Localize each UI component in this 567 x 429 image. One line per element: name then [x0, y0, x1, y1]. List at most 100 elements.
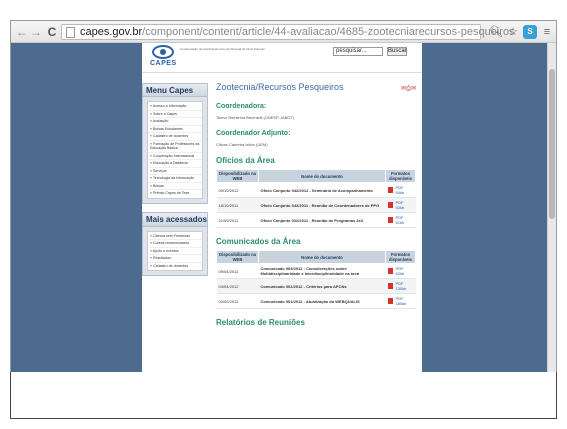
menu-item[interactable]: » Serviços: [148, 168, 202, 175]
extension-icon[interactable]: S: [523, 25, 537, 39]
header-doc: Nome do documento: [258, 250, 386, 264]
pdf-label: PDF 62kb: [395, 266, 405, 276]
pdf-label: PDF 130kb: [395, 281, 407, 291]
row-doc-link[interactable]: Ofício Conjunto 042/2012 - Seminário de …: [258, 182, 386, 198]
row-doc-link[interactable]: Comunicado 001/2012 - Atualização do WEB…: [258, 293, 386, 309]
url-path: /component/content/article/44-avaliacao/…: [142, 26, 515, 38]
page-viewport: CAPES Coordenação de Aperfeiçoamento de …: [11, 43, 556, 372]
screenshot-frame: ← → C capes.gov.br/component/content/art…: [0, 0, 567, 429]
row-format[interactable]: PDF 61kb: [385, 212, 416, 228]
row-date: 09/04/2012: [216, 263, 259, 279]
menu-item[interactable]: » Bolsas Estudantes: [148, 126, 202, 133]
menu-item[interactable]: » Sobre a Capes: [148, 111, 202, 118]
reload-icon[interactable]: C: [45, 24, 59, 40]
logo-icon: [152, 45, 174, 59]
pdf-label: PDF 53kb: [395, 200, 405, 210]
menu-item[interactable]: » Resultados: [148, 255, 202, 263]
site-page: CAPES Coordenação de Aperfeiçoamento de …: [142, 43, 422, 372]
site-header: CAPES Coordenação de Aperfeiçoamento de …: [142, 43, 422, 73]
menu-item[interactable]: » Avaliação: [148, 118, 202, 126]
row-doc-link[interactable]: Comunicado 002/2012 - Critérios para APC…: [258, 278, 386, 294]
forward-arrow-icon[interactable]: →: [29, 24, 43, 40]
pdf-icon: [387, 298, 393, 304]
page-title-text: Zootecnia/Recursos Pesqueiros: [216, 82, 344, 92]
main-content: Zootecnia/Recursos Pesqueiros ✉⎙✉ Coorde…: [216, 81, 416, 328]
oficios-heading: Ofícios da Área: [216, 156, 275, 165]
menu-item[interactable]: » Cursos recomendados: [148, 240, 202, 248]
menu-item[interactable]: » Bolsas: [148, 183, 202, 190]
row-date: 21/09/2011: [216, 212, 259, 228]
header-format: Formatos disponíveis: [385, 169, 416, 183]
row-format[interactable]: PDF 180kb: [385, 293, 416, 309]
table-row: 09/10/2012 Ofício Conjunto 042/2012 - Se…: [216, 182, 416, 198]
row-format[interactable]: PDF 62kb: [385, 263, 416, 279]
row-doc-link[interactable]: Comunicado 003/2012 - Considerações sobr…: [258, 263, 386, 279]
mais-acessados-list: » Ciência sem Fronteiras » Cursos recome…: [147, 230, 203, 271]
row-format[interactable]: PDF 53kb: [385, 197, 416, 213]
menu-capes: Menu Capes » Acesso à Informação » Sobre…: [142, 83, 208, 204]
pdf-label: PDF 54kb: [395, 185, 405, 195]
menu-item[interactable]: » Formação de Professores da Educação Bá…: [148, 141, 202, 153]
comunicados-table: Disponibilizado na WEB Nome do documento…: [216, 250, 416, 309]
menu-item[interactable]: » Educação a Distância: [148, 160, 202, 168]
page-icon: [66, 27, 75, 38]
pdf-icon: [387, 217, 393, 223]
table-row: 18/10/2011 Ofício Conjunto 042/2011 - Re…: [216, 197, 416, 213]
table-row: 09/04/2012 Comunicado 003/2012 - Conside…: [216, 263, 416, 279]
search-button[interactable]: Buscar: [387, 47, 407, 56]
menu-item[interactable]: » Cooperação Internacional: [148, 153, 202, 160]
url-host: capes.gov.br: [80, 26, 143, 38]
menu-item[interactable]: » Prêmio Capes de Tese: [148, 190, 202, 197]
adjunto-name: Cilivas Cabreira Isbim (UEM): [216, 142, 268, 147]
oficios-table: Disponibilizado na WEB Nome do documento…: [216, 169, 416, 228]
row-format[interactable]: PDF 54kb: [385, 182, 416, 198]
menu-item[interactable]: » Apoio a eventos: [148, 248, 202, 255]
address-bar[interactable]: capes.gov.br/component/content/article/4…: [61, 24, 515, 40]
pdf-icon: [387, 202, 393, 208]
row-doc-link[interactable]: Ofício Conjunto 042/2011 - Reunião de Co…: [258, 197, 386, 213]
scrollbar-thumb[interactable]: [549, 69, 555, 219]
table-row: 02/02/2012 Comunicado 001/2012 - Atualiz…: [216, 293, 416, 309]
coordenadora-heading: Coordenadora:: [216, 103, 267, 110]
header-date: Disponibilizado na WEB: [216, 250, 259, 264]
mais-acessados-title: Mais acessados: [143, 212, 207, 227]
row-date: 18/10/2011: [216, 197, 259, 213]
header-doc: Nome do documento: [258, 169, 386, 183]
header-date: Disponibilizado na WEB: [216, 169, 259, 183]
url-text: capes.gov.br/component/content/article/4…: [80, 26, 515, 39]
star-icon[interactable]: ☆: [506, 25, 520, 39]
menu-item[interactable]: » Tecnologia da Informação: [148, 175, 202, 183]
relatorios-heading: Relatórios de Reuniões: [216, 318, 305, 327]
toolbar-icons: 🔍︎ ☆ S ≡: [489, 24, 554, 40]
pdf-icon: [387, 187, 393, 193]
row-format[interactable]: PDF 130kb: [385, 278, 416, 294]
back-arrow-icon[interactable]: ←: [15, 24, 29, 40]
capes-logo[interactable]: CAPES: [150, 45, 176, 69]
menu-capes-title: Menu Capes: [143, 84, 207, 97]
menu-item[interactable]: » Acesso à Informação: [148, 103, 202, 111]
menu-icon[interactable]: ≡: [540, 25, 554, 39]
menu-item[interactable]: » Ciência sem Fronteiras: [148, 233, 202, 240]
menu-item[interactable]: » Cadastro de docentes: [148, 263, 202, 270]
header-format: Formatos disponíveis: [385, 250, 416, 264]
pdf-icon: [387, 268, 393, 274]
pdf-label: PDF 180kb: [395, 296, 407, 306]
table-header-row: Disponibilizado na WEB Nome do documento…: [216, 169, 416, 183]
zoom-icon[interactable]: 🔍︎: [489, 25, 503, 39]
browser-window: ← → C capes.gov.br/component/content/art…: [10, 20, 557, 373]
browser-toolbar: ← → C capes.gov.br/component/content/art…: [11, 21, 556, 43]
logo-text: CAPES: [150, 60, 177, 67]
pdf-icon: [387, 283, 393, 289]
search-input[interactable]: pesquisar...: [333, 47, 383, 56]
page-title: Zootecnia/Recursos Pesqueiros ✉⎙✉: [216, 81, 416, 93]
row-date: 04/04/2012: [216, 278, 259, 294]
comunicados-heading: Comunicados da Área: [216, 237, 301, 246]
coordenadora-name: Telma Teresinha Berchielli (UNESP-JABOT): [216, 115, 295, 120]
menu-item[interactable]: » Cadastro de docentes: [148, 133, 202, 141]
table-header-row: Disponibilizado na WEB Nome do documento…: [216, 250, 416, 264]
print-email-icons[interactable]: ✉⎙✉: [401, 83, 416, 95]
vertical-scrollbar[interactable]: [547, 43, 556, 372]
pdf-label: PDF 61kb: [395, 215, 405, 225]
table-row: 21/09/2011 Ofício Conjunto 022/2011 - Re…: [216, 212, 416, 228]
row-doc-link[interactable]: Ofício Conjunto 022/2011 - Reunião de Pr…: [258, 212, 386, 228]
